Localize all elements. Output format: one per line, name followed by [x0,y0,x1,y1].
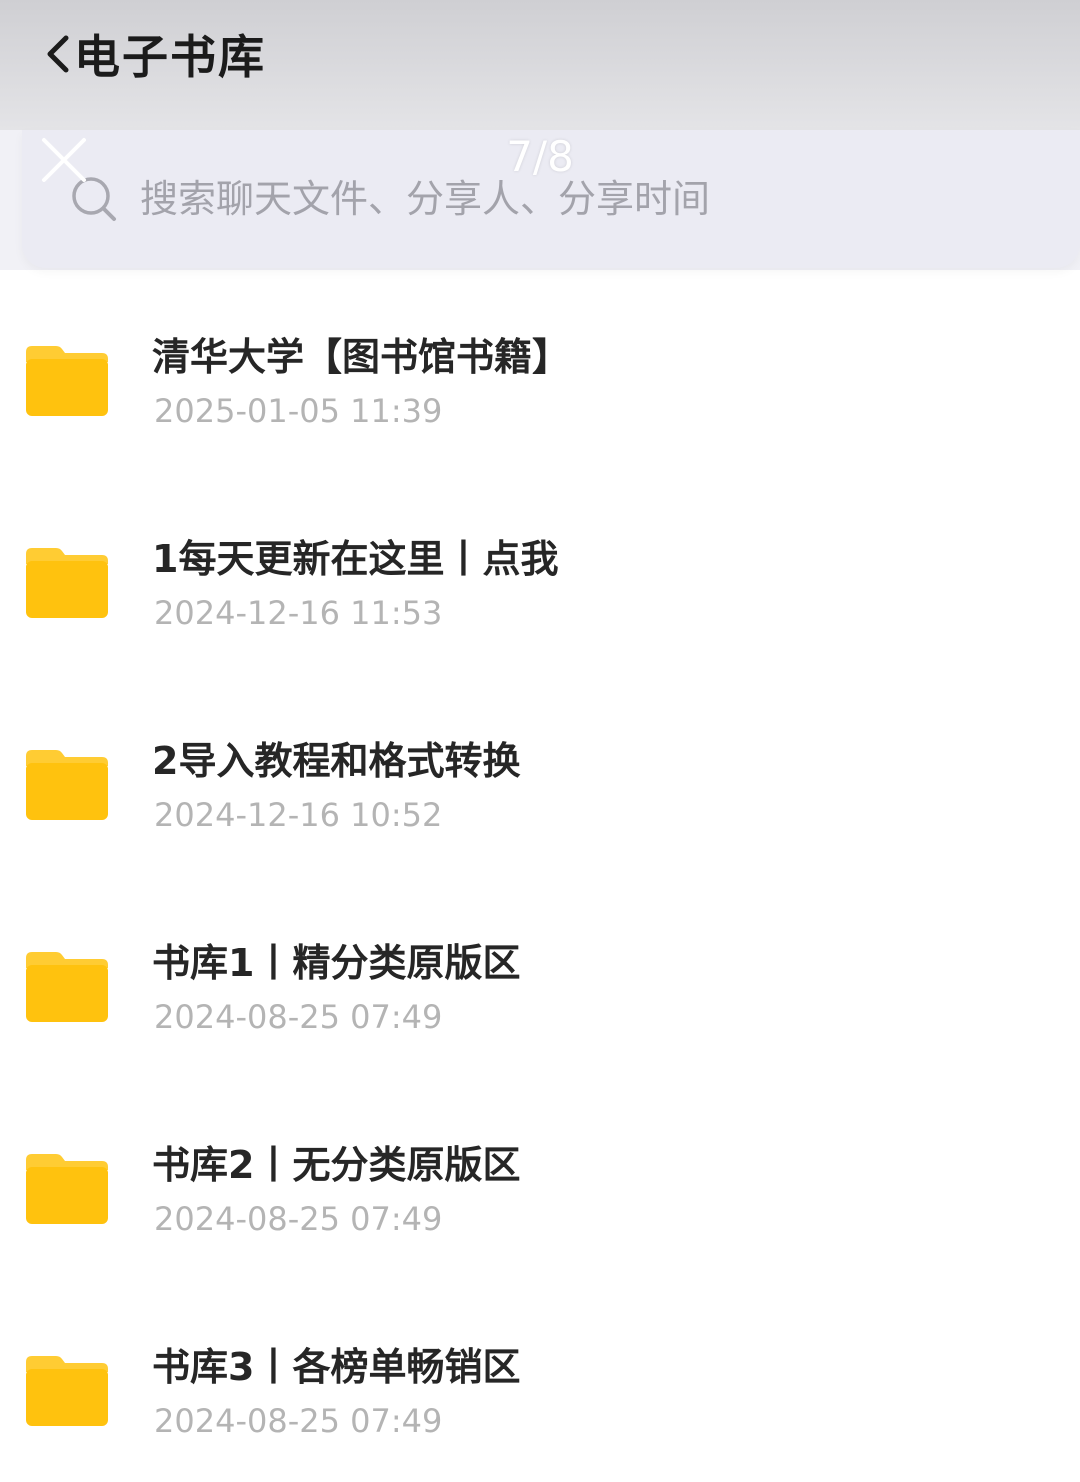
search-input[interactable] [140,177,940,221]
file-name: 书库1丨精分类原版区 [152,941,521,985]
search-bar[interactable] [22,130,1080,268]
list-item[interactable]: 书库1丨精分类原版区 2024-08-25 07:49 [0,876,1080,1078]
list-item[interactable]: 清华大学【图书馆书籍】 2025-01-05 11:39 [0,270,1080,472]
page-title: 电子书库 [74,30,266,84]
list-item[interactable]: 书库2丨无分类原版区 2024-08-25 07:49 [0,1078,1080,1280]
file-name: 清华大学【图书馆书籍】 [152,335,571,379]
file-date: 2024-08-25 07:49 [154,998,443,1036]
folder-icon [26,346,108,416]
file-date: 2025-01-05 11:39 [154,392,443,430]
folder-icon [26,750,108,820]
file-name: 书库3丨各榜单畅销区 [152,1345,521,1389]
search-area [0,130,1080,270]
top-bar: 电子书库 [0,0,1080,130]
list-item[interactable]: 1每天更新在这里丨点我 2024-12-16 11:53 [0,472,1080,674]
file-date: 2024-08-25 07:49 [154,1200,443,1238]
file-name: 书库2丨无分类原版区 [152,1143,521,1187]
folder-icon [26,1356,108,1426]
folder-icon [26,548,108,618]
list-item[interactable]: 书库3丨各榜单畅销区 2024-08-25 07:49 [0,1280,1080,1482]
file-list: 清华大学【图书馆书籍】 2025-01-05 11:39 1每天更新在这里丨点我… [0,270,1080,1482]
chevron-left-icon [47,35,69,73]
list-item[interactable]: 2导入教程和格式转换 2024-12-16 10:52 [0,674,1080,876]
file-date: 2024-12-16 11:53 [154,594,443,632]
folder-icon [26,952,108,1022]
back-button[interactable]: 电子书库 [40,22,266,86]
file-date: 2024-08-25 07:49 [154,1402,443,1440]
close-icon[interactable] [38,134,90,186]
file-name: 2导入教程和格式转换 [152,739,521,783]
file-date: 2024-12-16 10:52 [154,796,443,834]
file-name: 1每天更新在这里丨点我 [152,537,559,581]
folder-icon [26,1154,108,1224]
